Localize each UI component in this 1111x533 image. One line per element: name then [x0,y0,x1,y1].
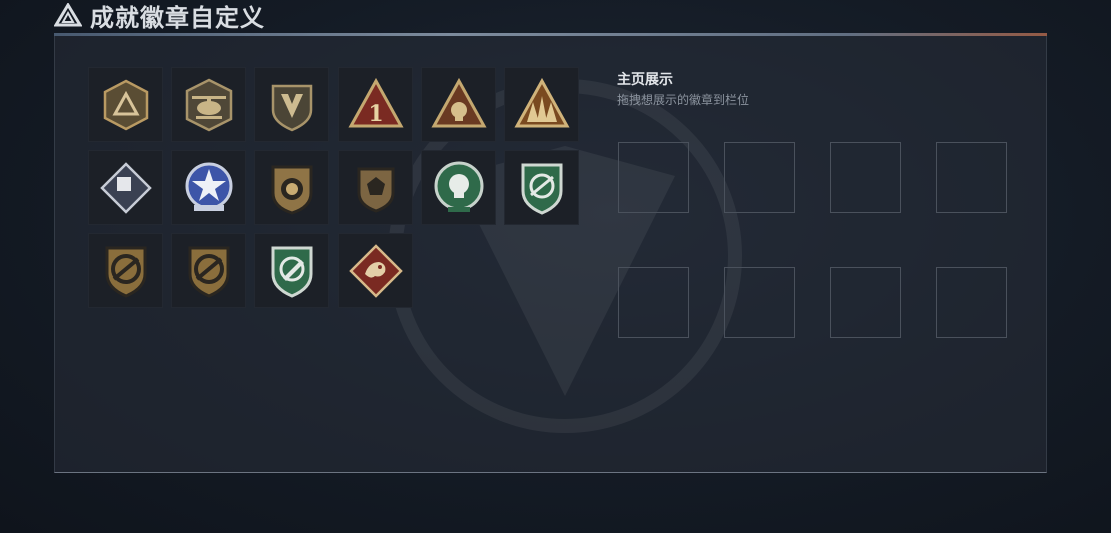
showcase-hint: 拖拽想展示的徽章到栏位 [617,93,750,107]
badge-slot-13[interactable] [88,233,163,308]
blue-star-medal-badge-icon [185,162,233,211]
badge-slot-10[interactable] [338,150,413,225]
badge-slot-11[interactable] [421,150,496,225]
badge-slot-1[interactable] [88,67,163,142]
gold-rifle-shield-badge-icon [188,246,230,298]
helicopter-badge-icon [185,78,233,132]
showcase-title: 主页展示 [617,72,673,88]
badge-slot-6[interactable] [504,67,579,142]
badge-slot-8[interactable] [171,150,246,225]
bronze-emblem-shield-badge-icon [271,165,313,215]
badge-slot-16[interactable] [338,233,413,308]
showcase-slot-5[interactable] [618,267,689,338]
shield-triangle-badge-icon [103,79,149,131]
showcase-slot-4[interactable] [936,142,1007,213]
badge-slot-12[interactable] [504,150,579,225]
showcase-slot-6[interactable] [724,267,795,338]
page-header: 成就徽章自定义 [54,0,265,32]
green-rocket-shield-badge-icon [271,246,313,298]
triangle-soldiers-badge-icon [514,77,570,128]
showcase-slot-8[interactable] [936,267,1007,338]
red-dragon-diamond-badge-icon [349,244,403,298]
badge-slot-2[interactable] [171,67,246,142]
bronze-pentagon-shield-badge-icon [357,167,395,213]
winged-shield-badge-icon [271,84,313,132]
badge-customization-panel: 1 主页展示 拖拽想展示的徽章到栏位 [54,36,1047,473]
badge-slot-9[interactable] [254,150,329,225]
badge-slot-7[interactable] [88,150,163,225]
page-title: 成就徽章自定义 [90,3,265,32]
triangle-logo-icon [54,3,82,27]
svg-text:1: 1 [368,101,383,127]
showcase-slot-1[interactable] [618,142,689,213]
gold-rifle-shield-badge-icon [105,246,147,298]
diamond-crate-badge-icon [100,162,152,214]
triangle-skull-badge-icon [431,77,487,128]
green-rifle-shield-badge-icon [521,163,563,215]
badge-slot-15[interactable] [254,233,329,308]
showcase-slot-7[interactable] [830,267,901,338]
badge-slot-3[interactable] [254,67,329,142]
showcase-slot-2[interactable] [724,142,795,213]
green-skull-round-badge-icon [434,161,484,212]
badge-slot-5[interactable] [421,67,496,142]
badge-slot-4[interactable]: 1 [338,67,413,142]
red-triangle-number-one-badge-icon: 1 [348,77,404,128]
badge-slot-14[interactable] [171,233,246,308]
showcase-slot-3[interactable] [830,142,901,213]
